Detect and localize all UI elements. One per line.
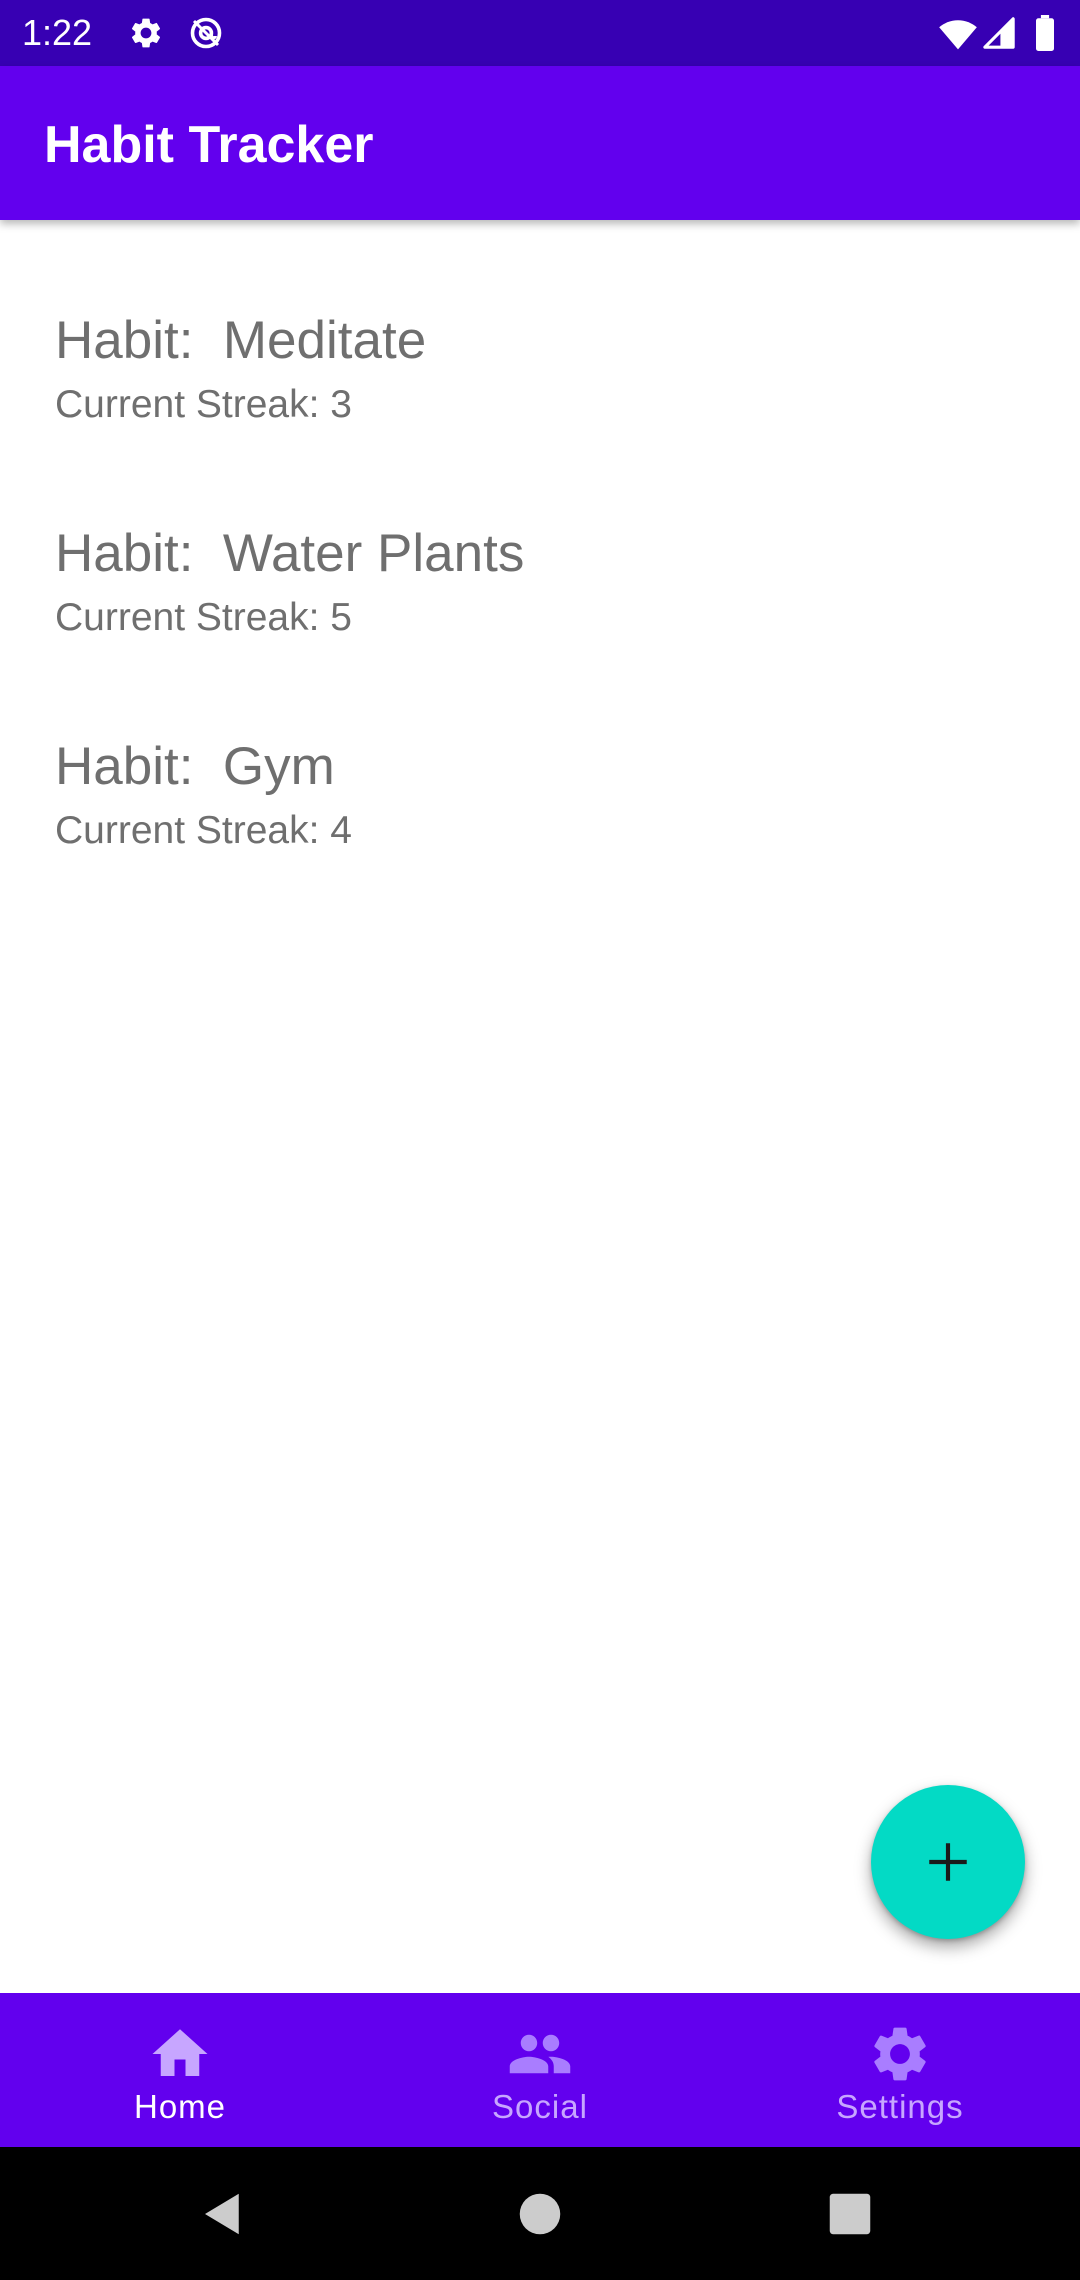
back-icon[interactable] (196, 2187, 250, 2241)
app-bar: Habit Tracker (0, 66, 1080, 220)
battery-icon (1034, 15, 1056, 51)
status-time: 1:22 (22, 12, 93, 53)
app-title: Habit Tracker (44, 116, 374, 174)
habit-name: Habit: Water Plants (55, 524, 525, 583)
gear-icon (867, 2021, 933, 2087)
people-icon (507, 2021, 573, 2087)
plus-icon (929, 1843, 967, 1881)
nav-item-home[interactable]: Home (0, 1993, 360, 2147)
nav-label-settings: Settings (836, 2088, 964, 2125)
wifi-icon (938, 15, 978, 51)
habit-item-water-plants[interactable]: Habit: Water Plants Current Streak: 5 (0, 433, 1080, 639)
system-nav-bar (0, 2147, 1080, 2280)
nav-label-home: Home (133, 2088, 227, 2125)
bottom-nav: Home Social Settings (0, 1993, 1080, 2147)
nav-item-settings[interactable]: Settings (720, 1993, 1080, 2147)
at-sign-icon (186, 15, 226, 51)
habit-streak: Current Streak: 5 (55, 596, 352, 639)
habit-name: Habit: Gym (55, 737, 335, 796)
home-circle-icon[interactable] (513, 2187, 567, 2241)
status-bar: 1:22 (0, 0, 1080, 66)
habit-item-gym[interactable]: Habit: Gym Current Streak: 4 (0, 646, 1080, 852)
nav-item-social[interactable]: Social (360, 1993, 720, 2147)
home-icon (147, 2021, 213, 2087)
nav-label-social: Social (492, 2088, 588, 2125)
signal-icon (982, 15, 1016, 51)
add-habit-button[interactable] (871, 1785, 1025, 1939)
habit-item-meditate[interactable]: Habit: Meditate Current Streak: 3 (0, 220, 1080, 426)
habit-streak: Current Streak: 3 (55, 383, 352, 426)
gear-icon (128, 15, 164, 51)
habit-name: Habit: Meditate (55, 311, 427, 370)
habit-streak: Current Streak: 4 (55, 809, 352, 852)
recents-icon[interactable] (823, 2187, 877, 2241)
